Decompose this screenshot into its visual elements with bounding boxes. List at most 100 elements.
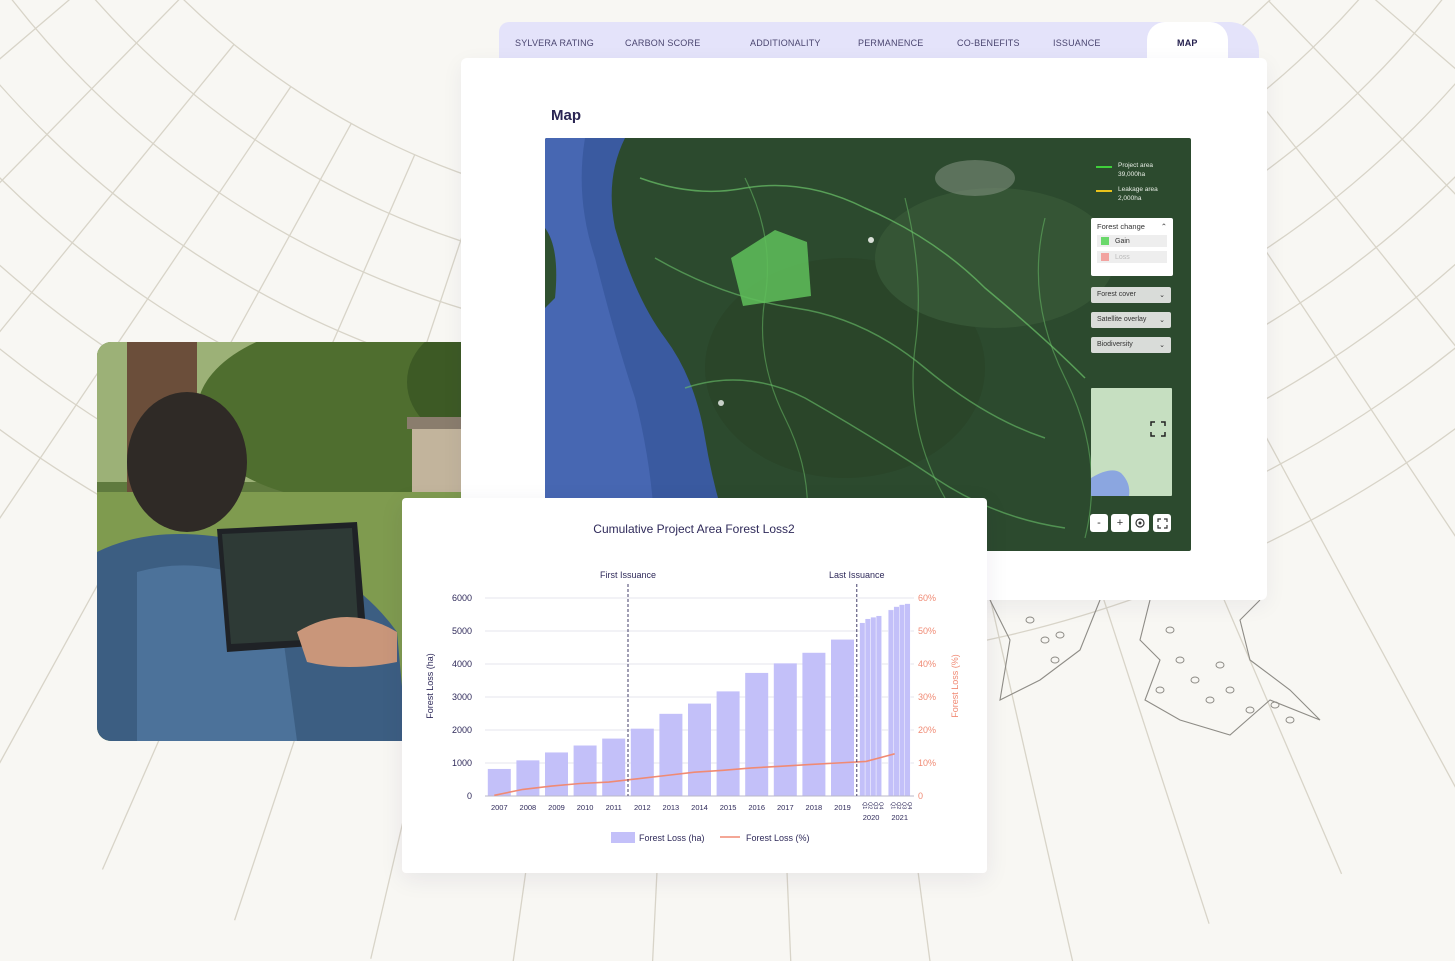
x-tick-label: 2018 xyxy=(806,803,823,812)
y2-tick-label: 0 xyxy=(918,791,923,801)
x-tick-label: 2013 xyxy=(663,803,680,812)
bar-2020-q3 xyxy=(870,616,877,797)
bar-2021-q1 xyxy=(888,609,894,797)
forest-cover-dropdown[interactable]: Forest cover ⌄ xyxy=(1091,287,1171,303)
tab-sylvera-rating[interactable]: SYLVERA RATING xyxy=(515,38,594,48)
forest-change-panel[interactable]: Forest change ⌃ Gain Loss xyxy=(1091,218,1173,276)
y-tick-label: 3000 xyxy=(452,692,472,702)
biodiversity-dropdown[interactable]: Biodiversity ⌄ xyxy=(1091,337,1171,353)
issuance-marker-label: Last Issuance xyxy=(829,570,885,580)
x-tick-label: 2007 xyxy=(491,803,508,812)
y-tick-label: 0 xyxy=(467,791,472,801)
bar-2015 xyxy=(716,691,740,796)
tab-map[interactable]: MAP xyxy=(1147,22,1228,58)
island-shape xyxy=(1190,676,1200,684)
leakage-area-swatch xyxy=(1096,190,1112,192)
bar-2013 xyxy=(659,713,683,796)
bar-2021-q4 xyxy=(904,603,911,797)
chart-title: Cumulative Project Area Forest Loss2 xyxy=(593,522,795,536)
x-tick-label: 2011 xyxy=(606,803,622,812)
grid-meridian xyxy=(1374,0,1455,70)
grid-meridian xyxy=(0,0,19,94)
locate-button[interactable] xyxy=(1131,514,1149,532)
island-shape xyxy=(1225,686,1235,694)
x-tick-label: 2015 xyxy=(720,803,737,812)
x-tick-label: 2019 xyxy=(834,803,851,812)
y-tick-label: 4000 xyxy=(452,659,472,669)
y2-tick-label: 10% xyxy=(918,758,936,768)
y2-tick-label: 30% xyxy=(918,692,936,702)
bar-2009 xyxy=(545,752,568,796)
y-tick-label: 5000 xyxy=(452,626,472,636)
tab-issuance[interactable]: ISSUANCE xyxy=(1053,38,1101,48)
grid-meridian xyxy=(1361,0,1455,348)
map-title: Map xyxy=(551,107,581,124)
legend-bar-swatch xyxy=(611,832,635,843)
tab-permanence[interactable]: PERMANENCE xyxy=(858,38,924,48)
quarter-tick-label: Q4 xyxy=(906,802,912,809)
project-area-swatch xyxy=(1096,166,1112,168)
bar-2017 xyxy=(773,663,797,796)
y2-tick-label: 50% xyxy=(918,626,936,636)
y-tick-label: 2000 xyxy=(452,725,472,735)
expand-icon[interactable] xyxy=(1150,421,1166,437)
bar-2020-q1 xyxy=(859,622,866,797)
y-tick-label: 6000 xyxy=(452,593,472,603)
island-shape xyxy=(1175,656,1185,664)
bar-2019 xyxy=(831,639,854,796)
x-tick-label: 2016 xyxy=(748,803,765,812)
x-tick-label: 2021 xyxy=(891,813,908,822)
x-tick-label: 2020 xyxy=(863,813,880,822)
forest-change-loss[interactable]: Loss xyxy=(1097,251,1167,263)
country-outline xyxy=(989,599,1321,736)
quarter-tick-label: Q2 xyxy=(895,802,901,809)
bar-2018 xyxy=(802,652,826,796)
bar-2014 xyxy=(688,703,711,796)
forest-loss-chart-card: Cumulative Project Area Forest Loss2 0 100… xyxy=(402,498,987,873)
x-tick-label: 2009 xyxy=(548,803,565,812)
x-tick-label: 2008 xyxy=(520,803,537,812)
y-axis-label: Forest Loss (ha) xyxy=(425,653,435,719)
gain-swatch xyxy=(1101,237,1109,245)
y2-tick-label: 40% xyxy=(918,659,936,669)
loss-swatch xyxy=(1101,253,1109,261)
tab-co-benefits[interactable]: CO-BENEFITS xyxy=(957,38,1020,48)
bar-2011 xyxy=(602,738,626,796)
chevron-down-icon: ⌄ xyxy=(1159,342,1165,349)
chevron-up-icon[interactable]: ⌃ xyxy=(1161,222,1167,231)
chevron-down-icon: ⌄ xyxy=(1159,317,1165,324)
quarter-tick-label: Q3 xyxy=(872,802,878,809)
tab-additionality[interactable]: ADDITIONALITY xyxy=(750,38,821,48)
grid-meridian xyxy=(0,0,90,339)
quarter-tick-label: Q1 xyxy=(861,802,867,809)
legend-project-area: Project area 39,000ha xyxy=(1096,162,1153,179)
island-shape xyxy=(1270,701,1280,709)
island-shape xyxy=(1055,631,1065,639)
overview-minimap[interactable] xyxy=(1091,388,1172,496)
satellite-overlay-dropdown[interactable]: Satellite overlay ⌄ xyxy=(1091,312,1171,328)
y-tick-label: 1000 xyxy=(452,758,472,768)
bar-2016 xyxy=(745,672,769,796)
bar-2020-q2 xyxy=(864,618,871,797)
legend-line-label: Forest Loss (%) xyxy=(746,833,810,843)
x-tick-label: 2010 xyxy=(577,803,594,812)
x-tick-label: 2012 xyxy=(634,803,651,812)
y2-axis-label: Forest Loss (%) xyxy=(950,654,960,718)
island-shape xyxy=(1245,706,1255,714)
quarter-tick-label: Q3 xyxy=(901,802,907,809)
satellite-map[interactable]: Project area 39,000ha Leakage area 2,000ha… xyxy=(545,138,1191,551)
zoom-in-button[interactable]: + xyxy=(1111,514,1129,532)
zoom-out-button[interactable]: - xyxy=(1090,514,1108,532)
fullscreen-button[interactable] xyxy=(1153,514,1171,532)
island-shape xyxy=(1205,696,1215,704)
island-shape xyxy=(1215,661,1225,669)
forest-loss-chart: Cumulative Project Area Forest Loss2 0 100… xyxy=(425,522,960,843)
island-shape xyxy=(1285,716,1295,724)
x-tick-label: 2017 xyxy=(777,803,794,812)
tab-carbon-score[interactable]: CARBON SCORE xyxy=(625,38,700,48)
island-shape xyxy=(1040,636,1050,644)
bar-2010 xyxy=(573,745,597,796)
bar-2020-q4 xyxy=(875,615,882,797)
forest-change-gain[interactable]: Gain xyxy=(1097,235,1167,247)
bar-2021-q3 xyxy=(899,604,905,797)
